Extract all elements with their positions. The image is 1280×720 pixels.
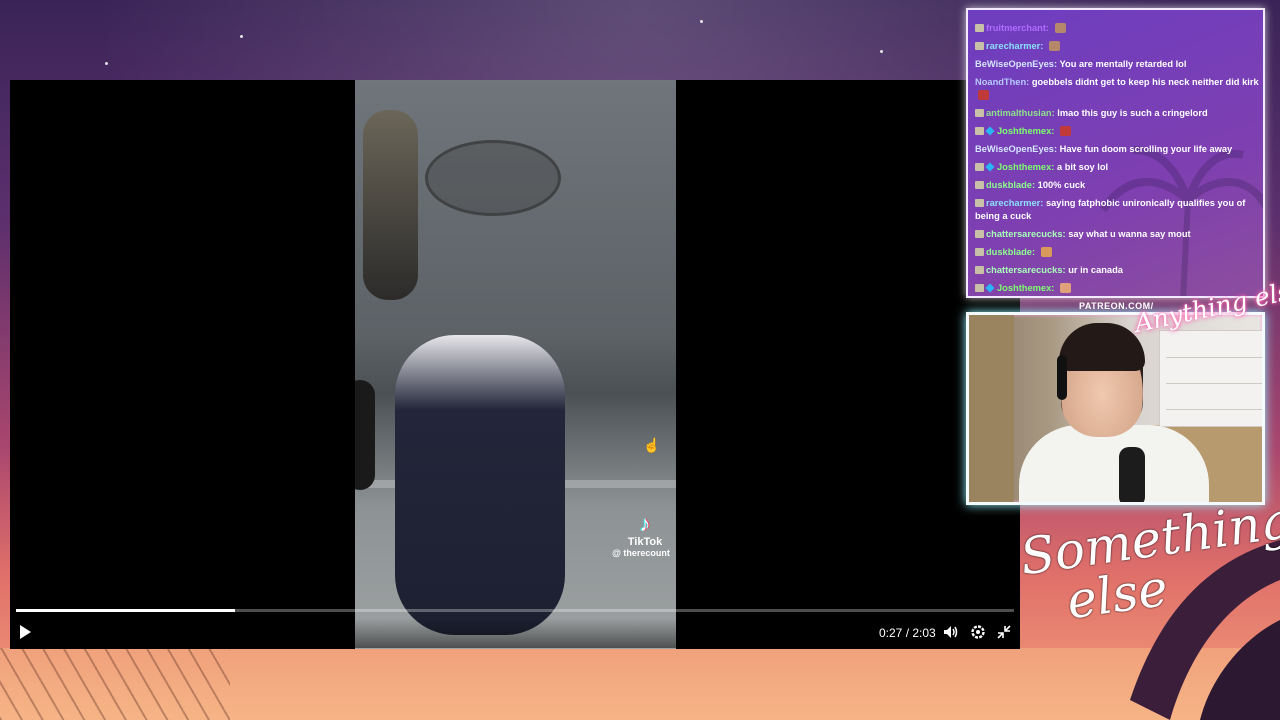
tiktok-username: @ therecount [612, 548, 670, 558]
chat-message-list: fruitmerchant: rarecharmer: BeWiseOpenEy… [975, 22, 1259, 296]
tiktok-icon: ♪ [639, 511, 651, 536]
chat-message: fruitmerchant: [975, 22, 1259, 35]
chat-panel: fruitmerchant: rarecharmer: BeWiseOpenEy… [966, 8, 1265, 298]
user-badge-icon [975, 127, 984, 135]
user-badge-icon [975, 163, 984, 171]
dresser-drawer [1166, 387, 1262, 410]
user-badge-icon [975, 266, 984, 274]
chat-message: duskblade: 100% cuck [975, 179, 1259, 192]
video-person-edge [355, 380, 375, 490]
chat-message: BeWiseOpenEyes: You are mentally retarde… [975, 59, 1187, 69]
chat-username[interactable]: Joshthemex [997, 162, 1051, 172]
ground-crack-decoration [0, 648, 230, 720]
video-people-foreground [395, 335, 565, 635]
volume-icon[interactable] [942, 623, 960, 641]
user-badge-icon [975, 24, 984, 32]
time-display: 0:27 / 2:03 [879, 626, 936, 640]
dresser-drawer [1166, 335, 1262, 358]
chat-message: Joshthemex: a bit soy lol [975, 161, 1259, 174]
chat-username[interactable]: rarecharmer [986, 198, 1040, 208]
gem-badge-icon [985, 162, 995, 172]
user-badge-icon [975, 248, 984, 256]
exit-fullscreen-icon[interactable] [995, 623, 1013, 641]
chat-username[interactable]: antimalthusian [986, 108, 1052, 118]
microphone-icon [1119, 447, 1145, 502]
chat-emote-icon [1054, 23, 1066, 33]
chat-emote-icon [978, 90, 989, 100]
chat-emote-icon [1059, 126, 1071, 136]
tiktok-watermark: ♪ TikTok @ therecount [612, 511, 676, 559]
video-person-background [363, 110, 418, 300]
webcam-frame [966, 312, 1265, 505]
chat-text: ur in canada [1068, 265, 1123, 275]
chat-message: rarecharmer: [975, 40, 1259, 53]
star-decoration [105, 62, 108, 65]
user-badge-icon [975, 42, 984, 50]
headset-icon [1057, 355, 1067, 400]
seek-bar[interactable] [16, 609, 1014, 612]
chat-username[interactable]: Joshthemex [997, 283, 1051, 293]
chat-message: chattersarecucks: say what u wanna say m… [975, 228, 1259, 241]
user-badge-icon [975, 284, 984, 292]
chat-emote-icon [1040, 247, 1052, 257]
star-decoration [700, 20, 703, 23]
chat-text: say what u wanna say mout [1068, 229, 1191, 239]
time-total: 2:03 [912, 626, 936, 640]
chat-text: lmao this guy is such a cringelord [1057, 108, 1208, 118]
chat-text: goebbels didnt get to keep his neck neit… [1031, 77, 1259, 87]
chat-username[interactable]: duskblade [986, 180, 1032, 190]
chat-username[interactable]: chattersarecucks [986, 229, 1063, 239]
user-badge-icon [975, 199, 984, 207]
tiktok-brand: TikTok [627, 536, 663, 548]
chat-username[interactable]: duskblade [986, 247, 1032, 257]
user-badge-icon [975, 181, 984, 189]
chat-emote-icon [1059, 283, 1071, 293]
chat-username[interactable]: fruitmerchant [986, 23, 1046, 33]
streamer-shirt [1019, 425, 1209, 502]
video-frame: ♪ TikTok @ therecount [355, 80, 676, 649]
user-badge-icon [975, 230, 984, 238]
chat-message: chattersarecucks: ur in canada [975, 264, 1259, 277]
webcam-shelf [969, 315, 1014, 502]
chat-username[interactable]: rarecharmer [986, 41, 1040, 51]
player-controls: 0:27 / 2:03 [10, 618, 1020, 648]
chat-message: duskblade: [975, 246, 1259, 259]
chat-text: a bit soy lol [1056, 162, 1109, 172]
chat-username[interactable]: NoandThen [975, 77, 1026, 87]
chat-message: antimalthusian: lmao this guy is such a … [975, 107, 1259, 120]
hand-cursor-icon: ☝ [643, 437, 661, 453]
user-badge-icon [975, 109, 984, 117]
video-manhole [425, 140, 561, 216]
star-decoration [240, 35, 243, 38]
chat-message: Joshthemex: [975, 125, 1259, 138]
chat-message: BeWiseOpenEyes: Have fun doom scrolling … [975, 144, 1233, 154]
time-current: 0:27 [879, 626, 903, 640]
chat-username[interactable]: BeWiseOpenEyes [975, 59, 1054, 69]
video-player[interactable]: ♪ TikTok @ therecount ☝ 0:27 / 2:03 [10, 80, 1020, 649]
chat-username[interactable]: chattersarecucks [986, 265, 1063, 275]
chat-message: NoandThen: goebbels didnt get to keep hi… [975, 76, 1259, 102]
settings-icon[interactable] [969, 623, 987, 641]
dresser-drawer [1166, 361, 1262, 384]
chat-text: You are mentally retarded lol [1059, 59, 1187, 69]
gem-badge-icon [985, 126, 995, 136]
play-icon[interactable] [20, 625, 31, 639]
seek-bar-fill [16, 609, 235, 612]
webcam-dresser [1159, 330, 1262, 427]
chat-text: Have fun doom scrolling your life away [1059, 144, 1233, 154]
star-decoration [880, 50, 883, 53]
gem-badge-icon [985, 283, 995, 293]
chat-message: rarecharmer: saying fatphobic unironical… [975, 198, 1246, 221]
chat-text: 100% cuck [1037, 180, 1086, 190]
chat-username[interactable]: Joshthemex [997, 126, 1051, 136]
chat-username[interactable]: BeWiseOpenEyes [975, 144, 1054, 154]
chat-emote-icon [1048, 41, 1060, 51]
streamer-hair [1059, 323, 1145, 371]
